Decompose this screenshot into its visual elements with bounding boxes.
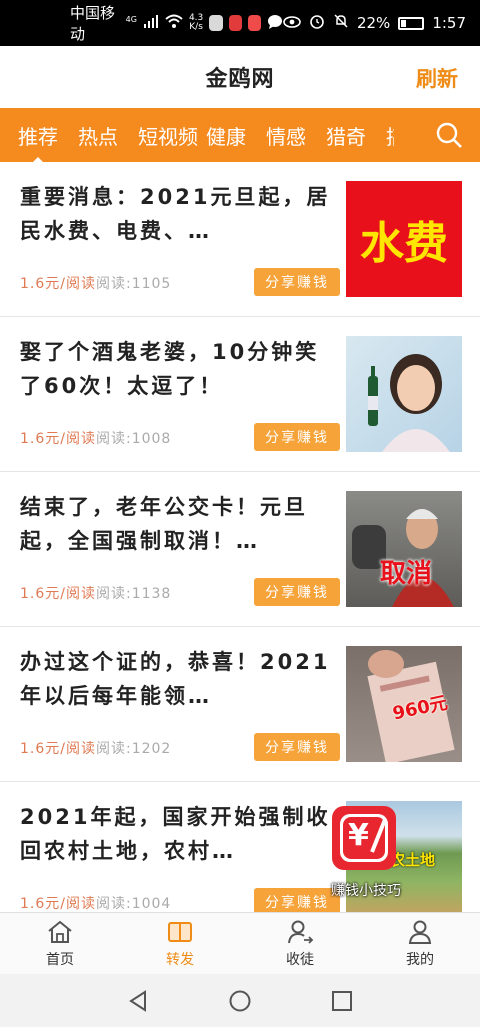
reward-rate: 1.6元/阅读 (20, 896, 96, 912)
signal-icon (143, 14, 159, 32)
nav-mine[interactable]: 我的 (360, 913, 480, 974)
battery-icon (398, 16, 425, 30)
read-count: 阅读:1008 (95, 431, 172, 447)
money-tips-label[interactable]: 赚钱小技巧 (322, 880, 410, 900)
tab-recommend[interactable]: 推荐 (18, 121, 58, 162)
home-icon (48, 920, 72, 943)
reward-rate: 1.6元/阅读 (20, 431, 96, 447)
article-title[interactable]: 办过这个证的，恭喜！2021年以后每年能领… (20, 645, 334, 713)
nav-recruit[interactable]: 收徒 (240, 913, 360, 974)
article-meta: 1.6元/阅读阅读:1202 (20, 738, 171, 758)
refresh-button[interactable]: 刷新 (416, 63, 458, 93)
status-bar: 中国移动 4G 4.3 K/s 22% 1:57 (0, 0, 480, 46)
tab-emotion[interactable]: 情感 (266, 121, 306, 150)
article-title[interactable]: 重要消息：2021元旦起，居民水费、电费、… (20, 180, 334, 248)
search-button[interactable] (418, 108, 480, 162)
title-bar: 金鸥网 刷新 (0, 46, 480, 108)
nav-home[interactable]: 首页 (0, 913, 120, 974)
article-thumbnail[interactable]: 取消 (346, 491, 462, 607)
clock: 1:57 (432, 14, 466, 32)
system-navigation-bar (0, 974, 480, 1027)
app-title: 金鸥网 (205, 67, 275, 92)
video-app-icon (247, 15, 261, 31)
thumbnail-caption: 水费 (360, 218, 448, 269)
money-tips-widget[interactable]: ¥ 赚钱小技巧 (322, 806, 410, 902)
read-count: 阅读:1138 (95, 586, 172, 602)
tab-health[interactable]: 健康 (206, 121, 246, 150)
woman-with-bottle-image (368, 354, 450, 452)
tab-short-video[interactable]: 短视频 (138, 121, 198, 150)
search-icon (436, 122, 462, 148)
nav-forward-label: 转发 (166, 952, 194, 968)
article-title[interactable]: 娶了个酒鬼老婆，10分钟笑了60次！太逗了！ (20, 335, 334, 403)
tab-hot[interactable]: 热点 (78, 121, 118, 150)
reward-rate: 1.6元/阅读 (20, 741, 96, 757)
book-icon (168, 922, 192, 942)
article-meta: 1.6元/阅读阅读:1004 (20, 893, 171, 912)
nav-recruit-label: 收徒 (286, 952, 314, 968)
article-title[interactable]: 结束了，老年公交卡！元旦起，全国强制取消！… (20, 490, 334, 558)
eye-icon (283, 14, 301, 32)
read-count: 阅读:1004 (95, 896, 172, 912)
home-circle-icon[interactable] (228, 989, 252, 1013)
yuan-symbol: ¥ (348, 818, 369, 853)
share-earn-button[interactable]: 分享赚钱 (254, 578, 340, 606)
article-title[interactable]: 2021年起，国家开始强制收回农村土地，农村… (20, 800, 334, 868)
tab-curious[interactable]: 猎奇 (326, 121, 366, 150)
share-earn-button[interactable]: 分享赚钱 (254, 733, 340, 761)
chat-icon (267, 14, 283, 33)
money-tips-icon[interactable]: ¥ (332, 806, 396, 870)
app-notification-icon (209, 15, 223, 31)
article-thumbnail[interactable]: 水费 (346, 181, 462, 297)
person-icon (408, 920, 432, 944)
bottom-navigation: 首页 转发 收徒 我的 (0, 912, 480, 974)
article-meta: 1.6元/阅读阅读:1138 (20, 583, 171, 603)
article-meta: 1.6元/阅读阅读:1008 (20, 428, 171, 448)
share-earn-button[interactable]: 分享赚钱 (254, 423, 340, 451)
article-item[interactable]: 办过这个证的，恭喜！2021年以后每年能领… 1.6元/阅读阅读:1202 分享… (0, 627, 480, 782)
category-tabs: 推荐 热点 短视频 健康 情感 猎奇 搞 (0, 108, 480, 162)
alarm-icon (309, 13, 325, 33)
article-item[interactable]: 娶了个酒鬼老婆，10分钟笑了60次！太逗了！ 1.6元/阅读阅读:1008 分享… (0, 317, 480, 472)
article-item[interactable]: 结束了，老年公交卡！元旦起，全国强制取消！… 1.6元/阅读阅读:1138 分享… (0, 472, 480, 627)
reward-rate: 1.6元/阅读 (20, 586, 96, 602)
battery-percent: 22% (356, 14, 391, 32)
share-earn-button[interactable]: 分享赚钱 (254, 268, 340, 296)
back-icon[interactable] (126, 989, 150, 1013)
recents-icon[interactable] (330, 989, 354, 1013)
article-thumbnail[interactable]: 960元 (346, 646, 462, 762)
read-count: 阅读:1105 (95, 276, 172, 292)
thumbnail-caption: 取消 (380, 559, 433, 589)
read-count: 阅读:1202 (95, 741, 172, 757)
article-thumbnail[interactable] (346, 336, 462, 452)
article-meta: 1.6元/阅读阅读:1105 (20, 273, 171, 293)
mute-icon (333, 13, 349, 33)
nav-forward[interactable]: 转发 (120, 913, 240, 974)
carrier-label: 中国移动 (70, 4, 116, 43)
news-app-icon (228, 15, 242, 31)
wifi-icon (165, 14, 183, 32)
nav-home-label: 首页 (46, 952, 74, 968)
network-badge: 4G (125, 14, 137, 24)
article-feed[interactable]: 重要消息：2021元旦起，居民水费、电费、… 1.6元/阅读阅读:1105 分享… (0, 162, 480, 912)
nav-mine-label: 我的 (406, 952, 434, 968)
user-add-icon (288, 920, 314, 944)
tab-funny[interactable]: 搞 (386, 121, 394, 150)
speed-indicator: 4.3 K/s (188, 13, 204, 32)
article-item[interactable]: 重要消息：2021元旦起，居民水费、电费、… 1.6元/阅读阅读:1105 分享… (0, 162, 480, 317)
reward-rate: 1.6元/阅读 (20, 276, 96, 292)
